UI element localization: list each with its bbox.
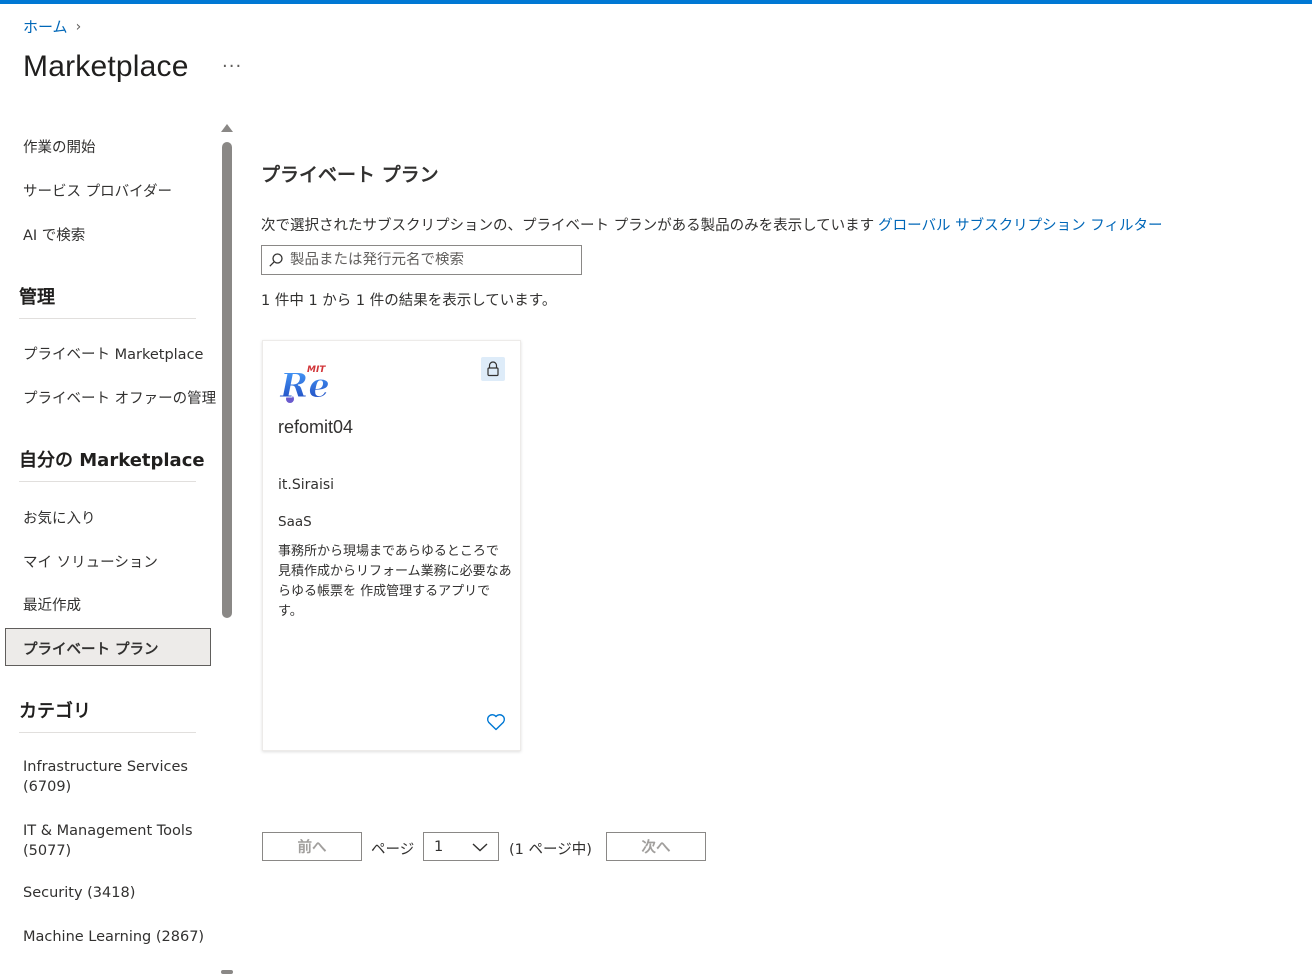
page-dropdown[interactable]: 1 (423, 832, 499, 861)
sidebar-item-start[interactable]: 作業の開始 (23, 136, 96, 157)
sidebar-item-private-marketplace[interactable]: プライベート Marketplace (23, 343, 203, 364)
sidebar-category-it-management[interactable]: IT & Management Tools (5077) (23, 821, 213, 861)
scroll-up-arrow-icon[interactable] (221, 124, 233, 132)
chevron-right-icon: › (75, 18, 82, 35)
sidebar-item-favorites[interactable]: お気に入り (23, 507, 96, 528)
product-publisher: it.Siraisi (278, 477, 335, 493)
search-icon (269, 253, 283, 267)
more-options-button[interactable]: ··· (222, 56, 242, 77)
sidebar-section-category: カテゴリ (19, 701, 91, 722)
product-description: 事務所から現場まであらゆるところで 見積作成からリフォーム業務に必要なあらゆる帳… (278, 544, 512, 619)
sidebar-item-ai-search[interactable]: AI で検索 (23, 224, 85, 245)
heart-icon[interactable] (485, 711, 507, 733)
prev-page-button[interactable]: 前へ (262, 832, 362, 861)
page-dropdown-value: 1 (434, 838, 444, 855)
search-input[interactable] (290, 252, 570, 268)
breadcrumb: ホーム › (23, 16, 81, 37)
chevron-down-icon (472, 842, 488, 851)
sidebar-divider (19, 318, 196, 319)
logo-superscript: MIT (307, 365, 326, 375)
sidebar-item-private-plans[interactable]: プライベート プラン (5, 628, 211, 666)
lock-icon[interactable] (481, 357, 505, 381)
section-title: プライベート プラン (261, 164, 439, 186)
global-subscription-filter-link[interactable]: グローバル サブスクリプション フィルター (878, 218, 1162, 234)
sidebar-section-my-marketplace: 自分の Marketplace (19, 450, 205, 471)
sidebar-item-private-offer-management[interactable]: プライベート オファーの管理 (23, 387, 216, 408)
product-name[interactable]: refomit04 (278, 417, 353, 438)
results-count: 1 件中 1 から 1 件の結果を表示しています。 (261, 293, 557, 309)
page-title: Marketplace (23, 50, 189, 83)
page-label: ページ (371, 842, 415, 858)
sidebar-divider (19, 481, 196, 482)
search-box[interactable] (261, 245, 582, 275)
sidebar-item-recent[interactable]: 最近作成 (23, 594, 81, 615)
sidebar-category-infrastructure[interactable]: Infrastructure Services (6709) (23, 757, 213, 797)
product-card[interactable]: Re MIT refomit04 it.Siraisi SaaS 事務所から現場… (262, 340, 521, 751)
sidebar: 作業の開始 サービス プロバイダー AI で検索 管理 プライベート Marke… (0, 120, 240, 975)
scroll-down-arrow-icon[interactable] (221, 970, 233, 974)
scroll-thumb[interactable] (222, 142, 232, 618)
sidebar-category-security[interactable]: Security (3418) (23, 885, 135, 901)
sidebar-item-my-solutions[interactable]: マイ ソリューション (23, 551, 158, 572)
top-accent-bar (0, 0, 1312, 4)
breadcrumb-home-link[interactable]: ホーム (23, 16, 68, 37)
sidebar-scrollbar[interactable] (220, 124, 234, 975)
subscription-filter-info: 次で選択されたサブスクリプションの、プライベート プランがある製品のみを表示して… (261, 214, 1162, 235)
sidebar-category-machine-learning[interactable]: Machine Learning (2867) (23, 929, 204, 945)
sidebar-item-providers[interactable]: サービス プロバイダー (23, 180, 172, 201)
sidebar-section-manage: 管理 (19, 287, 55, 308)
product-type: SaaS (278, 514, 312, 530)
product-logo: Re MIT (279, 365, 331, 405)
page-count-label: (1 ページ中) (509, 842, 592, 858)
info-text: 次で選択されたサブスクリプションの、プライベート プランがある製品のみを表示して… (261, 218, 875, 234)
next-page-button[interactable]: 次へ (606, 832, 706, 861)
sidebar-divider (19, 732, 196, 733)
